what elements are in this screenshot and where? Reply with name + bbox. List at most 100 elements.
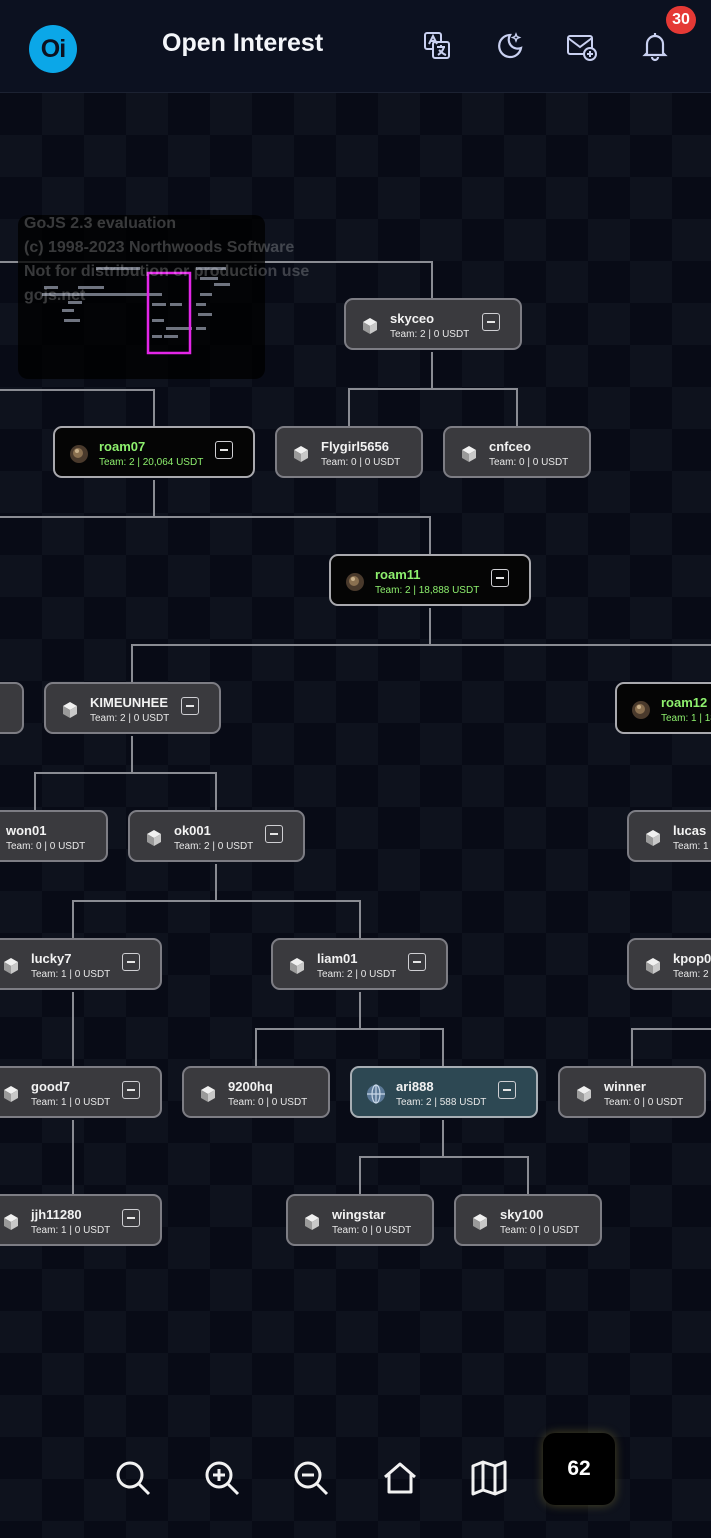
- home-icon[interactable]: [380, 1458, 420, 1498]
- node-name: roam07: [99, 439, 146, 454]
- node-team-info: Team: 1 | 18: [661, 713, 711, 724]
- app-title: Open Interest: [162, 29, 324, 57]
- cube-icon: [291, 444, 311, 464]
- tree-node-wingstar[interactable]: wingstar Team: 0 | 0 USDT: [286, 1194, 434, 1246]
- node-name: cnfceo: [489, 439, 531, 454]
- node-team-info: Team: 2 | 20,064 USDT: [99, 457, 204, 468]
- cube-icon: [643, 956, 663, 976]
- node-name: lucas: [673, 823, 707, 838]
- tree-node-jjh11280[interactable]: jjh11280 Team: 1 | 0 USDT: [0, 1194, 162, 1246]
- node-team-info: Team: 1 | 0 USDT: [31, 1225, 111, 1236]
- node-team-info: Team: 2 | 588 USDT: [396, 1097, 487, 1108]
- tree-node-good7[interactable]: good7 Team: 1 | 0 USDT: [0, 1066, 162, 1118]
- node-team-info: Team: 0 | 0 USDT: [228, 1097, 308, 1108]
- cube-icon: [470, 1212, 490, 1232]
- tree-node-ari888[interactable]: ari888 Team: 2 | 588 USDT: [350, 1066, 538, 1118]
- tree-node-kpop0[interactable]: kpop0 Team: 2: [627, 938, 711, 990]
- tree-node-roam12[interactable]: roam12 Team: 1 | 18: [615, 682, 711, 734]
- tree-node-lucas[interactable]: lucas Team: 1: [627, 810, 711, 862]
- node-name: winner: [604, 1079, 646, 1094]
- avatar-icon: [69, 444, 89, 464]
- tree-node-sky100[interactable]: sky100 Team: 0 | 0 USDT: [454, 1194, 602, 1246]
- collapse-button[interactable]: [491, 569, 509, 587]
- watermark-line: GoJS 2.3 evaluation: [24, 215, 177, 232]
- tree-node-liam01[interactable]: liam01 Team: 2 | 0 USDT: [271, 938, 448, 990]
- node-team-info: Team: 2 | 0 USDT: [390, 329, 470, 340]
- collapse-button[interactable]: [408, 953, 426, 971]
- node-name: roam11: [375, 567, 421, 582]
- node-team-info: Team: 0 | 0 USDT: [332, 1225, 412, 1236]
- node-name: skyceo: [390, 311, 435, 326]
- node-team-info: Team: 2: [673, 969, 709, 980]
- collapse-button[interactable]: [181, 697, 199, 715]
- tree-node-ok001[interactable]: ok001 Team: 2 | 0 USDT: [128, 810, 305, 862]
- globe-avatar-icon: [366, 1084, 386, 1104]
- cube-icon: [1, 1212, 21, 1232]
- tree-node-winner[interactable]: winner Team: 0 | 0 USDT: [558, 1066, 706, 1118]
- dark-mode-icon[interactable]: [494, 30, 526, 62]
- bell-icon[interactable]: [639, 30, 671, 62]
- cube-icon: [287, 956, 307, 976]
- node-team-info: Team: 1 | 0 USDT: [31, 1097, 111, 1108]
- cube-icon: [574, 1084, 594, 1104]
- node-team-info: Team: 0 | 0 USDT: [604, 1097, 684, 1108]
- node-name: ari888: [396, 1079, 434, 1094]
- avatar-icon: [631, 700, 651, 720]
- diagram-canvas[interactable]: GoJS 2.3 evaluation (c) 1998-2023 Northw…: [0, 93, 711, 1538]
- collapse-button[interactable]: [122, 1081, 140, 1099]
- cube-icon: [302, 1212, 322, 1232]
- tree-node-won01[interactable]: won01 Team: 0 | 0 USDT: [0, 810, 108, 862]
- node-name: lucky7: [31, 951, 72, 966]
- collapse-button[interactable]: [122, 1209, 140, 1227]
- collapse-button[interactable]: [122, 953, 140, 971]
- collapse-button[interactable]: [498, 1081, 516, 1099]
- node-name: KIMEUNHEE: [90, 695, 169, 710]
- app-logo[interactable]: Oi: [29, 25, 77, 73]
- cube-icon: [1, 956, 21, 976]
- tree-node-partial[interactable]: [0, 682, 24, 734]
- node-name: good7: [31, 1079, 70, 1094]
- map-icon[interactable]: [469, 1458, 509, 1498]
- node-count-button[interactable]: 62: [543, 1433, 615, 1505]
- tree-node-skyceo[interactable]: skyceo Team: 2 | 0 USDT: [344, 298, 522, 350]
- node-team-info: Team: 0 | 0 USDT: [6, 841, 86, 852]
- tree-node-roam07[interactable]: roam07 Team: 2 | 20,064 USDT: [53, 426, 255, 478]
- tree-node-9200hq[interactable]: 9200hq Team: 0 | 0 USDT: [182, 1066, 330, 1118]
- tree-node-flygirl5656[interactable]: Flygirl5656 Team: 0 | 0 USDT: [275, 426, 423, 478]
- cube-icon: [459, 444, 479, 464]
- cube-icon: [60, 700, 80, 720]
- watermark-line: Not for distribution or production use: [24, 263, 310, 280]
- cube-icon: [360, 316, 380, 336]
- node-name: sky100: [500, 1207, 544, 1222]
- node-name: won01: [6, 823, 47, 838]
- node-name: ok001: [174, 823, 211, 838]
- collapse-button[interactable]: [215, 441, 233, 459]
- avatar-icon: [345, 572, 365, 592]
- translate-icon[interactable]: [421, 30, 453, 62]
- watermark-line: gojs.net: [24, 287, 86, 304]
- tree-node-cnfceo[interactable]: cnfceo Team: 0 | 0 USDT: [443, 426, 591, 478]
- tree-node-kimeunhee[interactable]: KIMEUNHEE Team: 2 | 0 USDT: [44, 682, 221, 734]
- cube-icon: [1, 1084, 21, 1104]
- node-team-info: Team: 2 | 0 USDT: [174, 841, 254, 852]
- node-team-info: Team: 1: [673, 841, 709, 852]
- node-name: roam12: [661, 695, 708, 710]
- tree-node-roam11[interactable]: roam11 Team: 2 | 18,888 USDT: [329, 554, 531, 606]
- collapse-button[interactable]: [265, 825, 283, 843]
- node-team-info: Team: 2 | 0 USDT: [317, 969, 397, 980]
- watermark-line: (c) 1998-2023 Northwoods Software: [24, 239, 295, 256]
- notification-badge: 30: [666, 6, 696, 34]
- zoom-out-icon[interactable]: [291, 1458, 331, 1498]
- node-name: 9200hq: [228, 1079, 273, 1094]
- search-icon[interactable]: [113, 1458, 153, 1498]
- app-header: Oi Open Interest 30: [0, 0, 711, 93]
- tree-node-lucky7[interactable]: lucky7 Team: 1 | 0 USDT: [0, 938, 162, 990]
- zoom-in-icon[interactable]: [202, 1458, 242, 1498]
- node-name: liam01: [317, 951, 358, 966]
- collapse-button[interactable]: [482, 313, 500, 331]
- node-name: wingstar: [332, 1207, 386, 1222]
- logo-text: Oi: [40, 35, 66, 63]
- cube-icon: [144, 828, 164, 848]
- add-mail-icon[interactable]: [566, 30, 598, 62]
- node-team-info: Team: 2 | 18,888 USDT: [375, 585, 480, 596]
